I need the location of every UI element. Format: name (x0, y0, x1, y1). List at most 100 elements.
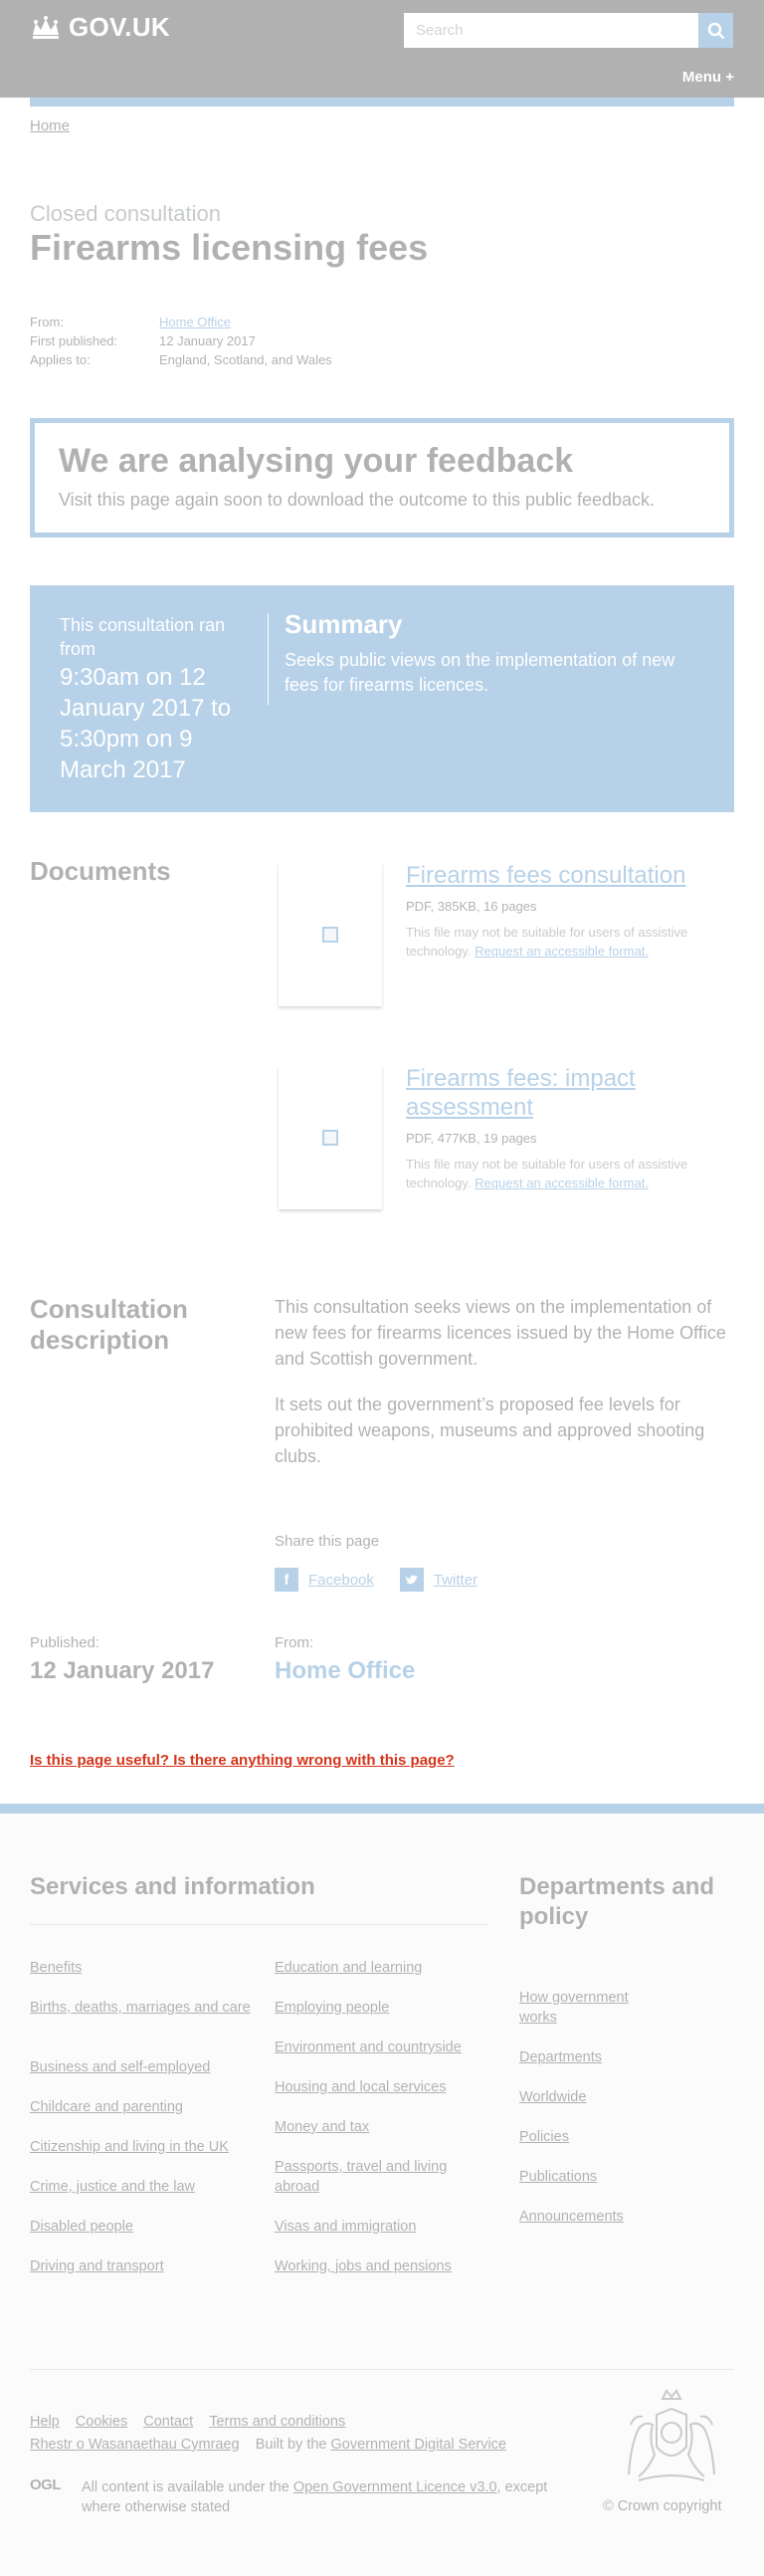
document-file-icon (322, 926, 338, 943)
footer-link-citizenship[interactable]: Citizenship and living in the UK (30, 2138, 229, 2158)
share-twitter-label: Twitter (433, 1571, 478, 1589)
share-twitter-link[interactable]: Twitter (399, 1568, 478, 1592)
footer-cookies-link[interactable]: Cookies (76, 2414, 127, 2430)
footer-terms-link[interactable]: Terms and conditions (209, 2414, 345, 2430)
search-button[interactable] (698, 13, 733, 48)
share-links: f Facebook Twitter (275, 1568, 503, 1592)
footer-link-driving[interactable]: Driving and transport (30, 2257, 164, 2277)
footer-bottom-divider (30, 2369, 734, 2370)
footer-gds-link[interactable]: Government Digital Service (331, 2437, 507, 2453)
footer-services-heading: Services and information (30, 1873, 315, 1900)
footer-licence-link[interactable]: Open Government Licence v3.0 (293, 2479, 497, 2495)
consultation-summary: Summary Seeks public views on the implem… (269, 609, 704, 784)
share-facebook-link[interactable]: f Facebook (275, 1568, 374, 1592)
document-details: Firearms fees consultation PDF, 385KB, 1… (406, 862, 734, 1006)
document-meta: PDF, 385KB, 16 pages (406, 898, 537, 914)
outcome-notice: We are analysing your feedback Visit thi… (30, 418, 734, 537)
footer-contact-link[interactable]: Contact (143, 2414, 193, 2430)
metadata-applies-label: Applies to: (30, 352, 91, 367)
ogl-logo: OGL (30, 2476, 62, 2493)
metadata-applies-value: England, Scotland, and Wales (159, 352, 332, 367)
published-label: Published: (30, 1634, 100, 1651)
breadcrumb-home-link[interactable]: Home (30, 117, 70, 134)
request-accessible-format-link[interactable]: Request an accessible format. (475, 944, 649, 959)
document-thumbnail[interactable] (279, 862, 382, 1006)
crown-icon (33, 15, 59, 39)
footer-link-departments[interactable]: Departments (519, 2048, 602, 2068)
footer-licence-prefix: All content is available under the (82, 2479, 289, 2495)
footer-departments-heading: Departments and policy (519, 1873, 715, 1930)
description-paragraph: It sets out the government’s proposed fe… (275, 1395, 705, 1467)
footer-link-housing[interactable]: Housing and local services (275, 2078, 446, 2098)
footer-link-crime[interactable]: Crime, justice and the law (30, 2178, 195, 2198)
footer-link-publications[interactable]: Publications (519, 2168, 597, 2188)
from-label: From: (275, 1634, 314, 1651)
footer-link-childcare[interactable]: Childcare and parenting (30, 2098, 183, 2118)
consultation-dates-panel: This consultation ran from 9:30am on 12 … (30, 585, 734, 812)
document-details: Firearms fees: impact assessment PDF, 47… (406, 1065, 734, 1209)
page-content: GOV.UK Menu + Home Closed consultation F… (0, 0, 764, 2576)
footer-link-visas[interactable]: Visas and immigration (275, 2218, 416, 2238)
dates-range: 9:30am on 12 January 2017 to 5:30pm on 9… (60, 663, 232, 784)
document-title-link[interactable]: Firearms fees: impact assessment (406, 1065, 734, 1123)
metadata-list: From: Home Office First published: 12 Ja… (30, 315, 332, 371)
metadata-published-label: First published: (30, 333, 118, 348)
report-problem-link[interactable]: Is this page useful? Is there anything w… (30, 1752, 455, 1769)
footer-licence-text: All content is available under the Open … (82, 2477, 559, 2518)
footer-link-business[interactable]: Business and self-employed (30, 2058, 210, 2078)
from-organisation-link[interactable]: Home Office (275, 1657, 415, 1685)
page-title: Firearms licensing fees (30, 227, 429, 268)
footer-link-worldwide[interactable]: Worldwide (519, 2088, 586, 2108)
header-blue-bar (30, 98, 734, 107)
document-title-link[interactable]: Firearms fees consultation (406, 862, 734, 891)
documents-heading: Documents (30, 856, 171, 886)
document-item: Firearms fees: impact assessment PDF, 47… (276, 1065, 734, 1209)
published-date: 12 January 2017 (30, 1657, 215, 1684)
share-title: Share this page (275, 1533, 380, 1550)
footer-link-benefits[interactable]: Benefits (30, 1959, 82, 1979)
page-caption: Closed consultation (30, 201, 222, 226)
twitter-icon (399, 1568, 424, 1592)
footer-link-passports[interactable]: Passports, travel and living abroad (275, 2158, 474, 2197)
description-paragraph: This consultation seeks views on the imp… (275, 1297, 726, 1370)
breadcrumb: Home (30, 117, 70, 134)
site-header: GOV.UK Menu + (0, 0, 764, 98)
crown-copyright[interactable]: © Crown copyright (603, 2498, 721, 2514)
footer-link-announcements[interactable]: Announcements (519, 2208, 624, 2228)
footer-link-births[interactable]: Births, deaths, marriages and care (30, 1999, 259, 2019)
metadata-applies: Applies to: England, Scotland, and Wales (30, 352, 332, 371)
footer-link-disabled[interactable]: Disabled people (30, 2218, 133, 2238)
consultation-dates: This consultation ran from 9:30am on 12 … (60, 613, 269, 783)
document-accessibility-note: This file may not be suitable for users … (406, 1155, 734, 1193)
search-input[interactable] (404, 13, 698, 48)
summary-text: Seeks public views on the implementation… (285, 650, 675, 696)
footer-link-how-government-works[interactable]: How government works (519, 1989, 659, 2028)
footer-welsh-built-line: Rhestr o Wasanaethau Cymraeg Built by th… (30, 2437, 506, 2453)
search-form (404, 13, 733, 48)
dates-intro: This consultation ran from (60, 615, 226, 660)
govuk-logo-link[interactable]: GOV.UK (30, 12, 170, 43)
footer-built-by-text: Built by the (255, 2437, 327, 2453)
metadata-from-link[interactable]: Home Office (159, 315, 231, 333)
footer-link-working[interactable]: Working, jobs and pensions (275, 2257, 452, 2277)
document-item: Firearms fees consultation PDF, 385KB, 1… (276, 862, 734, 1006)
footer-welsh-link[interactable]: Rhestr o Wasanaethau Cymraeg (30, 2437, 240, 2453)
footer-meta-links: Help Cookies Contact Terms and condition… (30, 2414, 361, 2430)
footer-help-link[interactable]: Help (30, 2414, 60, 2430)
share-facebook-label: Facebook (308, 1571, 374, 1589)
menu-button[interactable]: Menu + (682, 69, 734, 86)
royal-coat-of-arms-icon (628, 2389, 715, 2481)
request-accessible-format-link[interactable]: Request an accessible format. (475, 1176, 649, 1190)
document-file-icon (322, 1129, 338, 1146)
footer-link-environment[interactable]: Environment and countryside (275, 2039, 462, 2058)
summary-title: Summary (285, 609, 403, 639)
facebook-icon: f (275, 1568, 298, 1592)
footer-link-education[interactable]: Education and learning (275, 1959, 422, 1979)
footer-link-money[interactable]: Money and tax (275, 2118, 369, 2138)
document-thumbnail[interactable] (279, 1065, 382, 1209)
description-heading: Consultation description (30, 1294, 188, 1356)
metadata-published: First published: 12 January 2017 (30, 333, 332, 352)
footer-link-policies[interactable]: Policies (519, 2128, 569, 2148)
footer-link-employing[interactable]: Employing people (275, 1999, 389, 2019)
metadata-from-label: From: (30, 315, 64, 329)
